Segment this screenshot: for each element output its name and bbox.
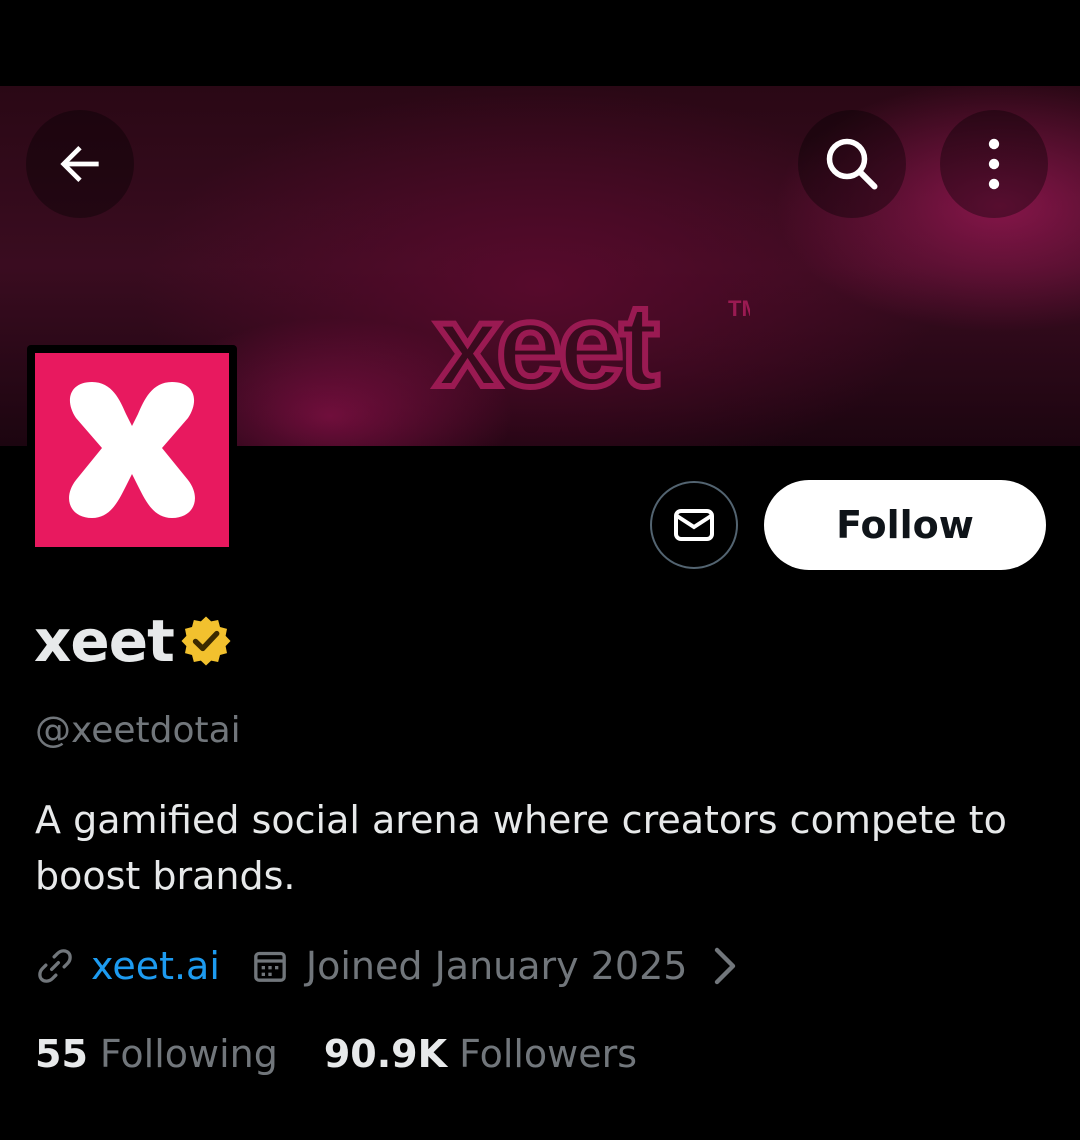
following-count: 55 [35,1032,88,1076]
avatar-frame[interactable] [27,345,237,555]
svg-text:xeet: xeet [435,286,658,412]
followers-stat[interactable]: 90.9K Followers [324,1032,637,1076]
mail-icon [674,509,714,541]
search-button[interactable] [798,110,906,218]
chevron-right-icon[interactable] [713,946,737,986]
calendar-icon [254,951,286,982]
arrow-left-icon [60,146,99,182]
followers-label: Followers [459,1032,638,1076]
more-vertical-icon [988,138,1000,190]
followers-count: 90.9K [323,1032,448,1076]
svg-text:TM: TM [728,296,750,321]
joined-date: Joined January 2025 [305,944,688,988]
website-link[interactable]: xeet.ai [91,944,220,988]
follow-stats: 55 Following 90.9K Followers [35,1026,637,1082]
message-button[interactable] [650,481,738,569]
verified-gold-icon[interactable] [178,613,234,669]
avatar[interactable] [35,353,229,547]
link-icon [38,949,72,983]
xeet-logo-icon [69,382,195,518]
back-button[interactable] [26,110,134,218]
user-handle: @xeetdotai [35,710,241,751]
banner-wordmark: xeet TM [432,286,750,415]
following-stat[interactable]: 55 Following [35,1032,278,1076]
profile-meta: xeet.ai Joined January 2025 [35,936,737,996]
following-label: Following [99,1032,278,1076]
profile-bio: A gamified social arena where creators c… [35,798,1007,898]
follow-button[interactable]: Follow [764,480,1046,570]
search-icon [826,138,878,190]
display-name: xeet [34,607,175,675]
more-options-button[interactable] [940,110,1048,218]
